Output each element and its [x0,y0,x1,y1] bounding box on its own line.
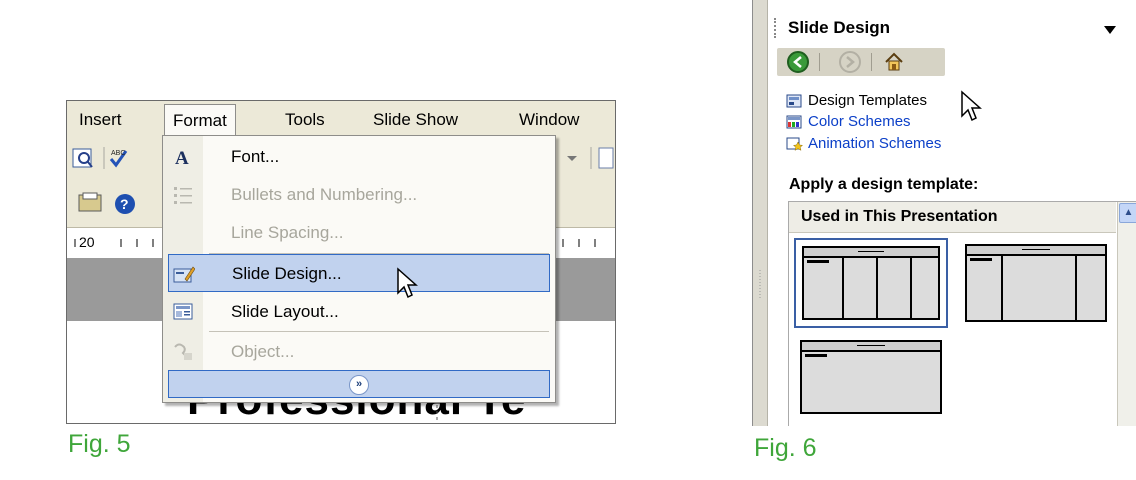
toolbar-icons-2: ? [78,192,135,214]
menu-item-label: Slide Design... [232,264,342,283]
gallery-header-label: Used in This Presentation [801,208,998,225]
forward-icon[interactable] [839,51,861,73]
svg-text:?: ? [120,196,129,212]
svg-text:ABC: ABC [111,150,125,157]
template-preview [802,246,940,320]
pane-splitter[interactable] [753,0,768,426]
menu-item-font[interactable]: A Font... [163,138,555,176]
template-preview [965,244,1107,322]
gallery-section-header: Used in This Presentation [789,202,1116,233]
animation-schemes-icon [786,136,804,152]
template-preview [800,340,942,414]
slide-layout-icon [172,301,194,323]
nav-separator [819,53,820,71]
menu-window[interactable]: Window [519,110,579,130]
menu-format[interactable]: Format [164,104,236,137]
home-icon[interactable] [883,51,905,73]
template-gallery: Used in This Presentation ▲ [788,201,1136,426]
nav-separator [871,53,872,71]
scroll-up-icon[interactable]: ▲ [1119,203,1136,223]
link-label: Color Schemes [808,113,911,130]
design-template-thumbnail[interactable] [959,238,1113,328]
menu-slide-show[interactable]: Slide Show [373,110,458,130]
toolbar-icons: ABC [72,147,128,169]
menu-bar: Insert Format Tools Slide Show Window [67,101,615,138]
design-template-thumbnail[interactable] [794,238,948,328]
menu-item-bullets-and-numbering[interactable]: Bullets and Numbering... [163,176,555,214]
menu-tools[interactable]: Tools [285,110,325,130]
svg-text:A: A [175,148,189,168]
menu-item-label: Font... [231,147,280,166]
pane-header: Slide Design [768,10,1136,46]
menu-item-label: Bullets and Numbering... [231,185,418,204]
apply-template-label: Apply a design template: [789,176,979,193]
design-templates-icon [786,93,803,109]
slide-design-pane-screenshot: Slide Design Design Templates Color Sche… [752,0,1136,426]
menu-expand-button[interactable]: » [168,370,550,398]
menu-separator [209,331,549,332]
link-label: Design Templates [808,92,927,109]
menu-item-object[interactable]: Object... [163,333,555,371]
pane-nav-bar [777,48,945,76]
object-icon [172,341,194,363]
format-menu-screenshot: Insert Format Tools Slide Show Window AB… [66,100,616,424]
slide-design-icon [173,263,196,285]
menu-insert[interactable]: Insert [79,110,122,130]
font-icon: A [172,146,194,169]
task-pane: Slide Design Design Templates Color Sche… [768,0,1136,426]
menu-item-label: Slide Layout... [231,302,339,321]
mouse-cursor-icon [397,267,418,299]
color-schemes-icon [786,114,803,130]
mouse-cursor-icon [961,90,982,122]
figure-caption: Fig. 6 [754,434,817,462]
chevron-down-icon[interactable] [1104,26,1116,34]
design-template-thumbnail[interactable] [794,334,948,420]
toolbar-right-icons [567,147,614,169]
link-label: Animation Schemes [808,135,942,152]
gallery-scrollbar[interactable]: ▲ [1117,202,1136,426]
format-dropdown-menu: A Font... Bullets and Numbering... Line … [162,135,556,403]
pane-title: Slide Design [788,18,891,37]
bullets-icon [172,184,194,206]
menu-item-slide-layout[interactable]: Slide Layout... [163,293,555,331]
back-icon[interactable] [787,51,809,73]
chevron-double-down-icon: » [349,375,369,395]
menu-item-line-spacing[interactable]: Line Spacing... [163,214,555,252]
menu-item-label: Object... [231,342,295,361]
menu-item-slide-design[interactable]: Slide Design... [168,254,550,292]
grip-handle[interactable] [774,18,778,38]
figure-caption: Fig. 5 [68,430,131,458]
menu-item-label: Line Spacing... [231,223,344,242]
